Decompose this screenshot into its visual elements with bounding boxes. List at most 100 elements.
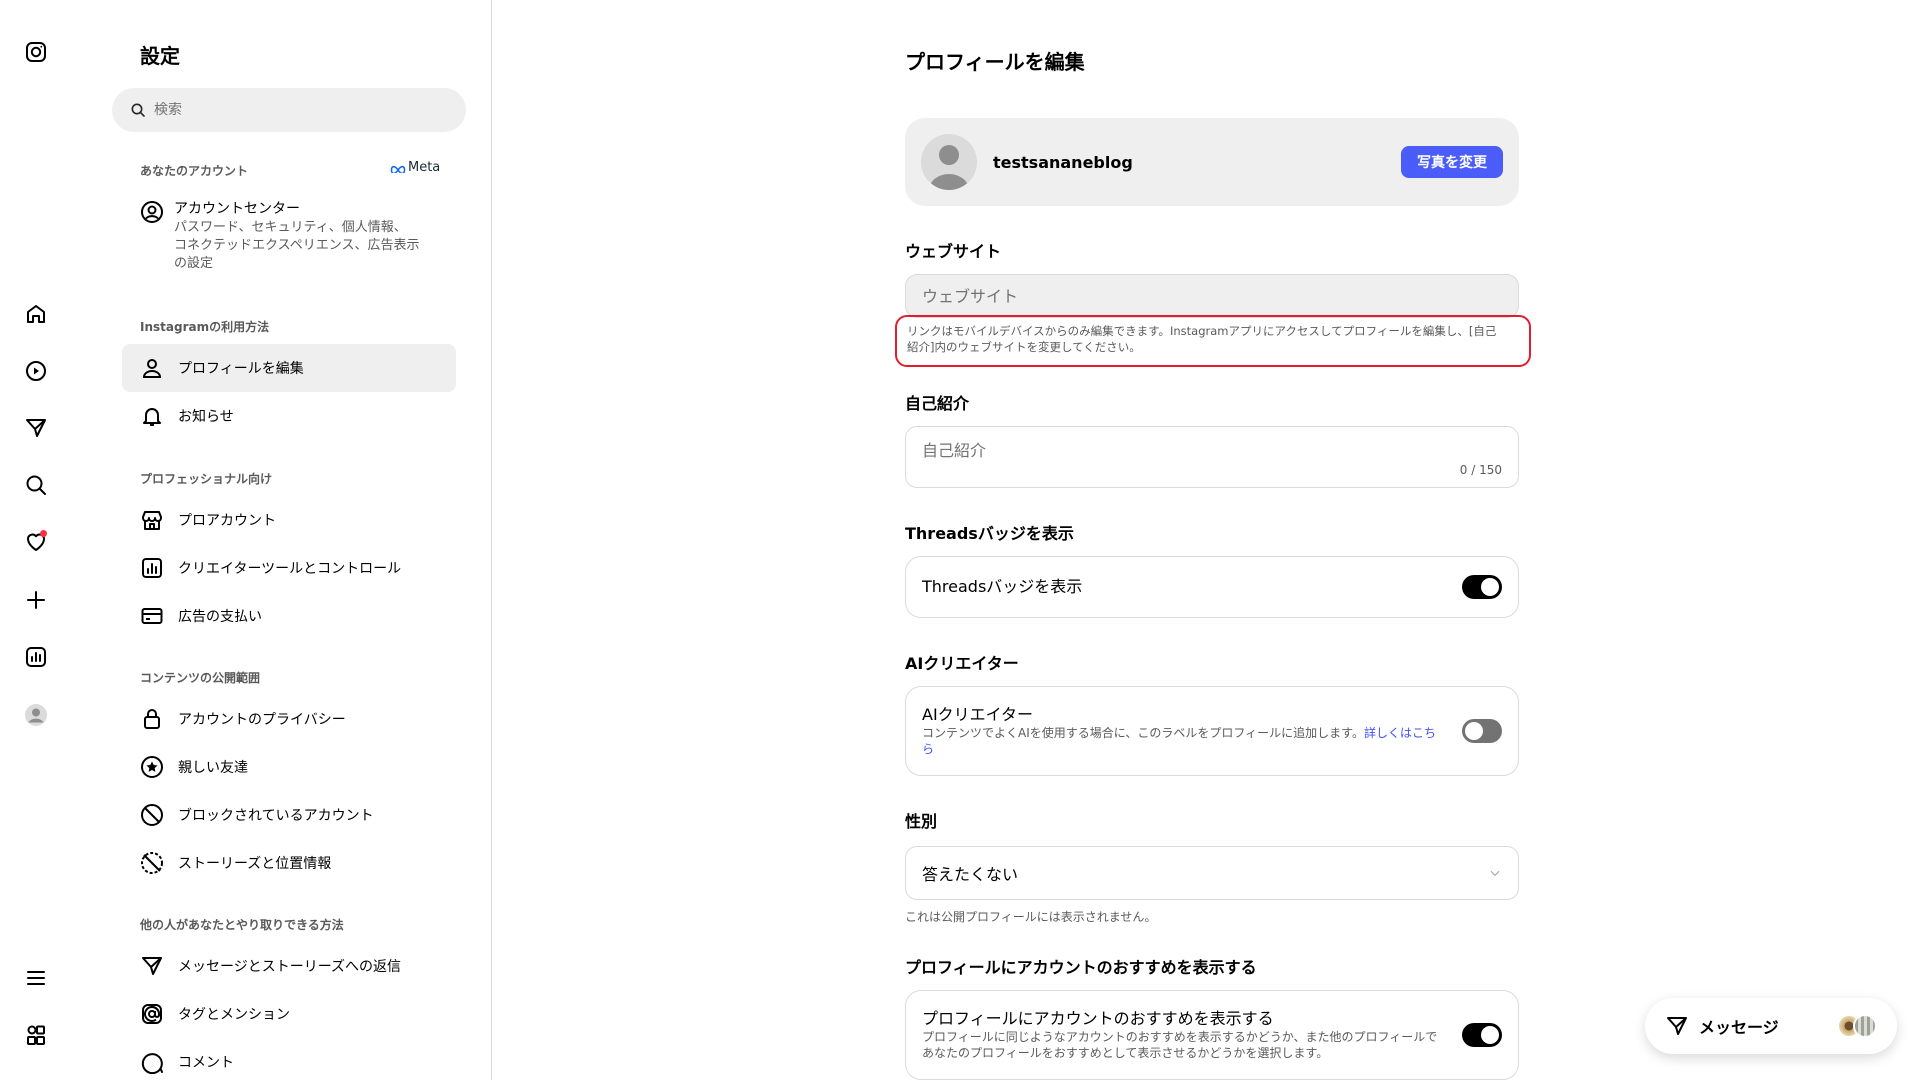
profile-card: testsananeblog 写真を変更 [905,118,1519,206]
website-help-text: リンクはモバイルデバイスからのみ編集できます。Instagramアプリにアクセス… [907,324,1497,338]
account-center-title: アカウントセンター [174,201,300,217]
threads-badge-toggle-label: Threadsバッジを表示 [922,577,1083,596]
ai-creator-toggle-label: AIクリエイター [922,705,1034,724]
section-heading-how-you-use: Instagramの利用方法 [140,320,270,334]
threads-badge-card: Threadsバッジを表示 [905,556,1519,618]
nav-label: お知らせ [178,409,234,425]
ai-creator-description: コンテンツでよくAIを使用する場合に、このラベルをプロフィールに追加します。詳し… [922,725,1438,757]
send-icon [142,957,162,975]
messages-button[interactable]: メッセージ [1645,998,1897,1054]
website-help-highlight: リンクはモバイルデバイスからのみ編集できます。Instagramアプリにアクセス… [895,315,1531,367]
nav-messages-replies[interactable]: メッセージとストーリーズへの返信 [122,942,456,990]
account-suggestions-label: プロフィールにアカウントのおすすめを表示する [905,958,1257,977]
star-circle-icon [141,756,163,778]
block-icon [141,804,163,826]
nav-edit-profile[interactable]: プロフィールを編集 [122,344,456,392]
nav-label: ストーリーズと位置情報 [178,856,332,872]
chevron-down-icon [1490,870,1500,877]
meta-label: Meta [408,160,441,175]
settings-title: 設定 [140,44,180,68]
website-input[interactable] [922,286,1502,306]
settings-search-input[interactable] [154,102,434,118]
profile-avatar-icon[interactable] [16,695,56,735]
account-suggestions-description: プロフィールに同じようなアカウントのおすすめを表示するかどうか、また他のプロフィ… [922,1029,1438,1061]
ai-creator-card: AIクリエイター コンテンツでよくAIを使用する場合に、このラベルをプロフィール… [905,686,1519,776]
default-avatar-icon [929,145,969,190]
account-suggestions-toggle[interactable] [1462,1023,1502,1047]
nav-label: メッセージとストーリーズへの返信 [178,959,402,975]
also-from-meta-icon[interactable] [16,1015,56,1055]
nav-notifications[interactable]: お知らせ [122,392,456,440]
nav-ad-payments[interactable]: 広告の支払い [122,592,456,640]
storefront-icon [142,511,162,530]
username: testsananeblog [993,152,1133,172]
instagram-logo-icon[interactable] [16,32,56,72]
nav-close-friends[interactable]: 親しい友達 [122,743,456,791]
bio-textarea[interactable] [922,437,1502,461]
chart-icon [142,558,162,578]
nav-blocked-accounts[interactable]: ブロックされているアカウント [122,791,456,839]
nav-pro-account[interactable]: プロアカウント [122,496,456,544]
toggle-knob [1481,578,1499,596]
send-icon [1667,1017,1687,1035]
ai-creator-toggle[interactable] [1462,719,1502,743]
home-icon[interactable] [16,294,56,334]
notification-dot [40,530,47,537]
insights-icon[interactable] [16,637,56,677]
nav-creator-tools[interactable]: クリエイターツールとコントロール [122,544,456,592]
bio-char-count: 0 / 150 [1459,463,1502,477]
bio-label: 自己紹介 [905,394,970,413]
messages-label: メッセージ [1699,1018,1779,1037]
search-icon [131,103,145,117]
search-icon[interactable] [16,465,56,505]
section-heading-content-visibility: コンテンツの公開範囲 [140,671,261,685]
more-menu-icon[interactable] [16,958,56,998]
lock-icon [144,709,160,729]
nav-label: タグとメンション [178,1007,290,1023]
gender-select[interactable]: 答えたくない [905,846,1519,900]
direct-messages-icon[interactable] [16,408,56,448]
toggle-knob [1481,1026,1499,1044]
nav-label: 広告の支払い [178,609,262,625]
section-heading-professional: プロフェッショナル向け [140,472,273,486]
nav-label: プロアカウント [178,513,276,529]
change-photo-button[interactable]: 写真を変更 [1401,146,1503,178]
comment-icon [141,1053,163,1074]
threads-badge-label: Threadsバッジを表示 [905,524,1074,543]
toggle-knob [1465,722,1483,740]
nav-label: クリエイターツールとコントロール [178,561,402,577]
threads-badge-toggle[interactable] [1462,575,1502,599]
section-heading-interactions: 他の人があなたとやり取りできる方法 [140,918,344,932]
credit-card-icon [141,608,163,624]
account-center-description-line: の設定 [174,256,214,271]
account-suggestions-description-line: あなたのプロフィールをおすすめとして表示させるかどうかを選択します。 [922,1046,1329,1060]
nav-story-location[interactable]: ストーリーズと位置情報 [122,839,456,887]
section-heading-your-account: あなたのアカウント [140,164,249,178]
nav-account-privacy[interactable]: アカウントのプライバシー [122,695,456,743]
nav-label: アカウントのプライバシー [178,712,346,728]
website-label: ウェブサイト [905,242,1002,261]
user-icon [142,359,162,378]
website-field [905,274,1519,318]
notifications-heart-icon[interactable] [16,522,56,562]
meta-logo: Meta [390,160,440,175]
page-title: プロフィールを編集 [905,50,1085,74]
message-avatars [1837,1014,1877,1038]
settings-search[interactable] [112,88,466,132]
website-help-text: 紹介]内のウェブサイトを変更してください。 [907,340,1141,354]
ai-creator-description-text: コンテンツでよくAIを使用する場合に、このラベルをプロフィールに追加します。 [922,726,1364,740]
gender-label: 性別 [905,812,938,831]
nav-label: プロフィールを編集 [178,361,304,377]
nav-tags-mentions[interactable]: タグとメンション [122,990,456,1038]
account-center-description: パスワード、セキュリティ、個人情報、 コネクテッドエクスペリエンス、広告表示 の… [174,219,419,273]
reels-icon[interactable] [16,351,56,391]
account-center-icon [141,201,163,223]
icon-rail [0,0,72,1080]
nav-comments[interactable]: コメント [122,1038,456,1080]
meta-infinity-icon [390,165,406,173]
avatar[interactable] [921,134,977,190]
nav-label: コメント [178,1055,234,1071]
story-off-icon [141,852,163,874]
account-center-link[interactable]: アカウントセンター パスワード、セキュリティ、個人情報、 コネクテッドエクスペリ… [140,200,450,273]
create-plus-icon[interactable] [16,580,56,620]
